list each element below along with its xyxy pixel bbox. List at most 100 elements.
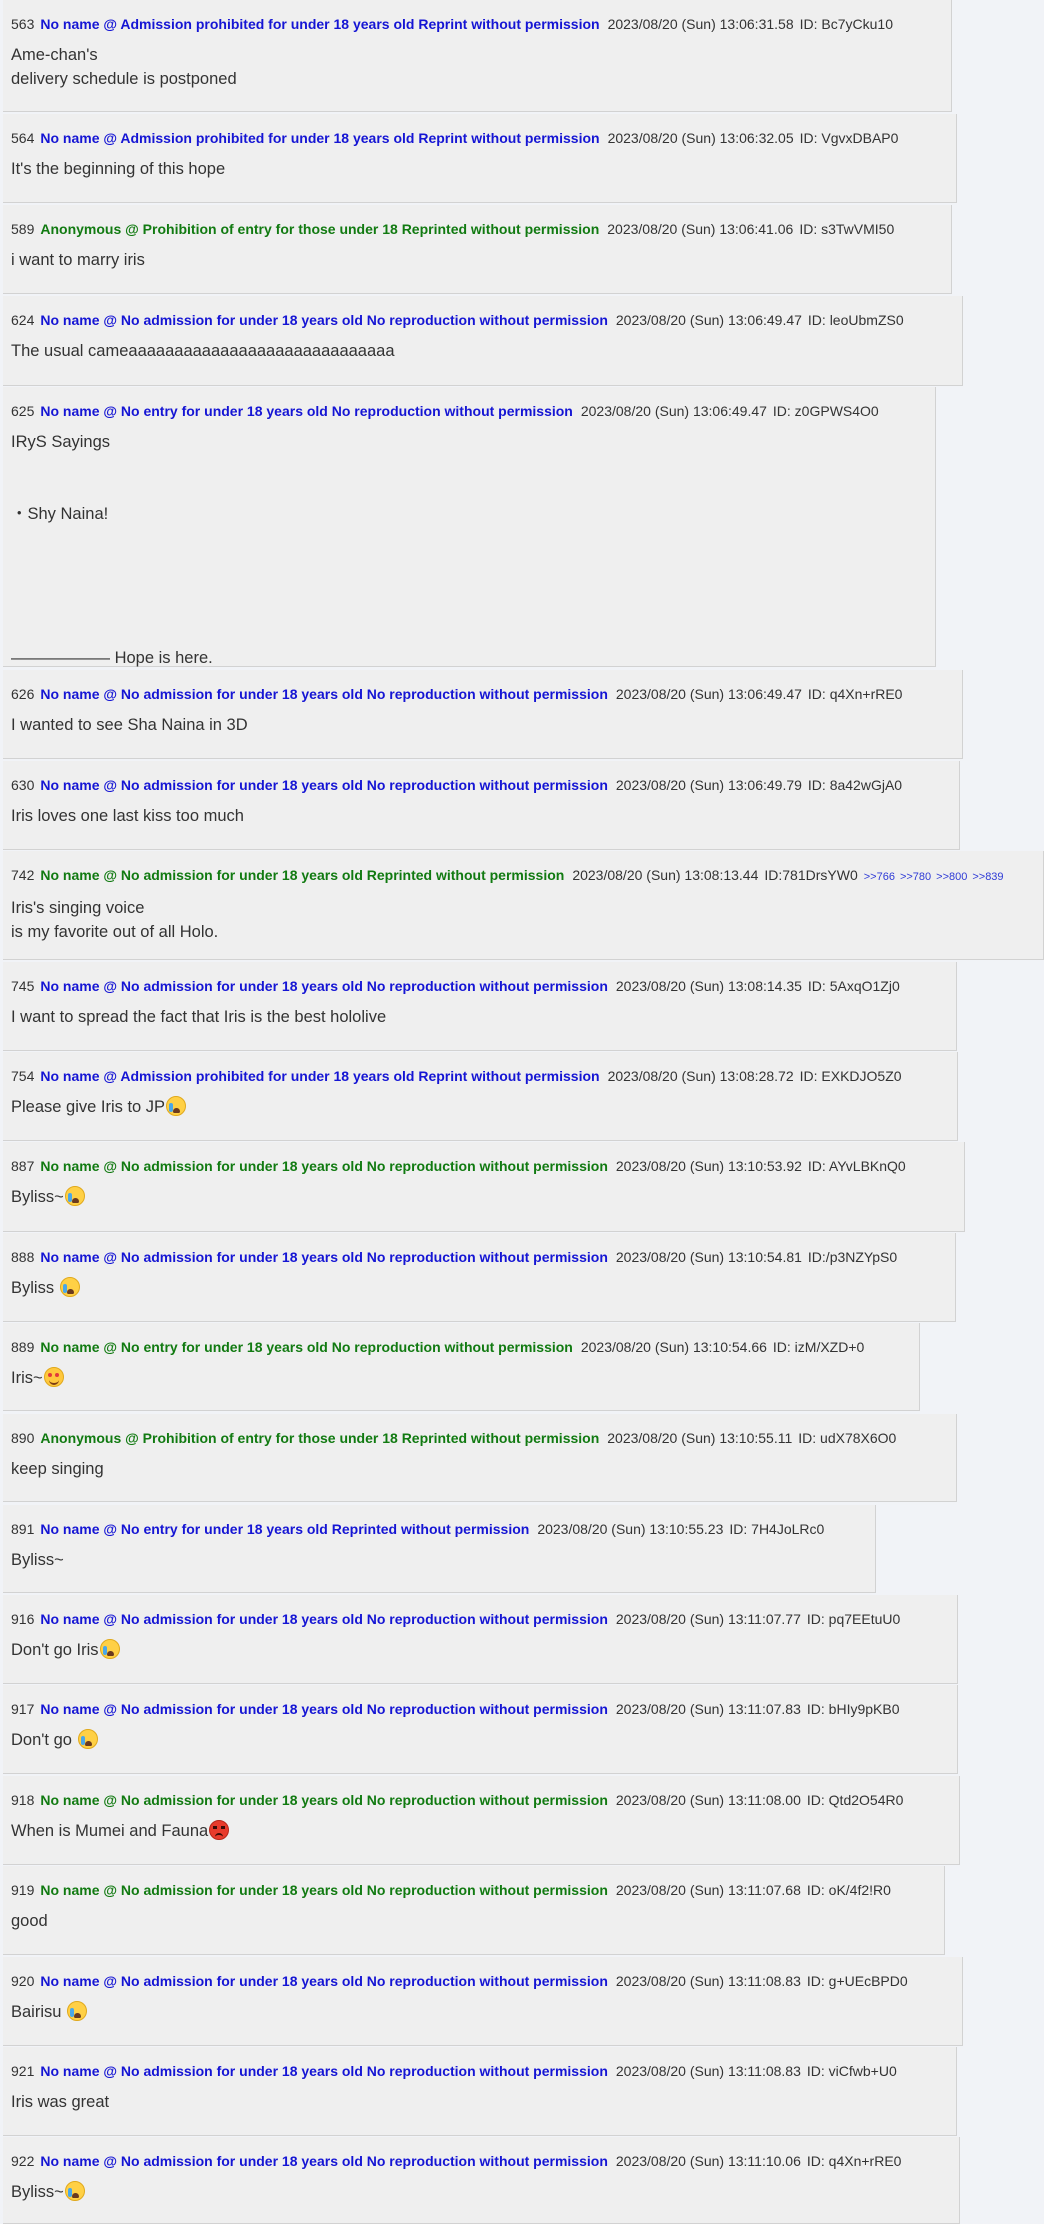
post-date: 2023/08/20 (Sun) 13:11:08.83 xyxy=(615,2063,801,2079)
post-header: 890 Anonymous @ Prohibition of entry for … xyxy=(11,1428,946,1448)
post-header: 630 No name @ No admission for under 18 y… xyxy=(11,775,949,795)
reply-link[interactable]: >>839 xyxy=(972,871,1003,883)
post-number[interactable]: 630 xyxy=(11,777,34,793)
post-header: 625 No name @ No entry for under 18 years… xyxy=(11,401,925,421)
post-id[interactable]: ID: q4Xn+rRE0 xyxy=(808,686,903,702)
post-author-name: No name @ No admission for under 18 year… xyxy=(40,777,608,793)
post-header: 745 No name @ No admission for under 18 y… xyxy=(11,976,946,996)
post-number[interactable]: 922 xyxy=(11,2153,34,2169)
post-author-name: No name @ No admission for under 18 year… xyxy=(40,867,565,883)
post-body: Don't go Iris xyxy=(11,1638,947,1662)
post-author-name: No name @ No admission for under 18 year… xyxy=(40,686,608,702)
post-id[interactable]: ID: AYvLBKnQ0 xyxy=(808,1158,906,1174)
post-header: 921 No name @ No admission for under 18 y… xyxy=(11,2061,946,2081)
reply-link[interactable]: >>780 xyxy=(900,871,931,883)
post-text: Byliss~ xyxy=(11,2183,64,2201)
post-text: Byliss~ xyxy=(11,1188,64,1206)
post-author-name: No name @ No admission for under 18 year… xyxy=(40,1973,608,1989)
post-number[interactable]: 921 xyxy=(11,2063,34,2079)
post-id[interactable]: ID: 5AxqO1Zj0 xyxy=(808,978,900,994)
post-header: 919 No name @ No admission for under 18 y… xyxy=(11,1880,934,1900)
post-number[interactable]: 626 xyxy=(11,686,34,702)
crying-face-icon xyxy=(64,2181,85,2201)
post-header: 920 No name @ No admission for under 18 y… xyxy=(11,1971,952,1991)
post-header: 887 No name @ No admission for under 18 y… xyxy=(11,1156,954,1176)
post-text: Byliss~ xyxy=(11,1551,64,1569)
post-body: When is Mumei and Fauna xyxy=(11,1819,949,1843)
post-number[interactable]: 742 xyxy=(11,867,34,883)
post-id[interactable]: ID: q4Xn+rRE0 xyxy=(807,2153,902,2169)
post-author-name: No name @ Admission prohibited for under… xyxy=(40,130,600,146)
post-id[interactable]: ID: s3TwVMI50 xyxy=(799,221,894,237)
post-header: 754 No name @ Admission prohibited for un… xyxy=(11,1066,947,1086)
reply-link[interactable]: >>800 xyxy=(936,871,967,883)
post-text: Byliss xyxy=(11,1279,59,1297)
post-text: good xyxy=(11,1912,48,1930)
post-id[interactable]: ID: udX78X6O0 xyxy=(798,1430,896,1446)
post-date: 2023/08/20 (Sun) 13:11:07.68 xyxy=(615,1882,801,1898)
post: 888 No name @ No admission for under 18 y… xyxy=(3,1233,956,1322)
post-header: 626 No name @ No admission for under 18 y… xyxy=(11,684,952,704)
post-body: I wanted to see Sha Naina in 3D xyxy=(11,713,952,737)
post-date: 2023/08/20 (Sun) 13:06:49.47 xyxy=(615,686,802,702)
post-number[interactable]: 918 xyxy=(11,1792,34,1808)
post-date: 2023/08/20 (Sun) 13:08:13.44 xyxy=(572,867,759,883)
post-id[interactable]: ID: pq7EEtuU0 xyxy=(807,1611,900,1627)
post-author-name: No name @ No admission for under 18 year… xyxy=(40,2063,608,2079)
post-number[interactable]: 625 xyxy=(11,403,34,419)
post-number[interactable]: 754 xyxy=(11,1068,34,1084)
post-number[interactable]: 888 xyxy=(11,1249,34,1265)
post: 626 No name @ No admission for under 18 y… xyxy=(3,670,963,759)
post-number[interactable]: 917 xyxy=(11,1701,34,1717)
post-number[interactable]: 887 xyxy=(11,1158,34,1174)
post-id[interactable]: ID: Bc7yCku10 xyxy=(800,16,893,32)
post-header: 589 Anonymous @ Prohibition of entry for … xyxy=(11,219,941,239)
crying-face-icon xyxy=(67,2001,88,2021)
post-author-name: No name @ No admission for under 18 year… xyxy=(40,312,608,328)
post-id[interactable]: ID:781DrsYW0 xyxy=(764,867,857,883)
post-author-name: No name @ No admission for under 18 year… xyxy=(40,1611,608,1627)
post-id[interactable]: ID: 7H4JoLRc0 xyxy=(729,1521,824,1537)
post-id[interactable]: ID: leoUbmZS0 xyxy=(808,312,904,328)
post-date: 2023/08/20 (Sun) 13:11:08.00 xyxy=(615,1792,801,1808)
post-author-name: No name @ No entry for under 18 years ol… xyxy=(40,1521,530,1537)
post-header: 916 No name @ No admission for under 18 y… xyxy=(11,1609,947,1629)
post-number[interactable]: 889 xyxy=(11,1339,34,1355)
reply-link[interactable]: >>766 xyxy=(864,871,895,883)
crying-face-icon xyxy=(166,1096,187,1116)
post-text: Iris was great xyxy=(11,2093,110,2111)
post-text: It's the beginning of this hope xyxy=(11,160,226,178)
post-number[interactable]: 624 xyxy=(11,312,34,328)
post-date: 2023/08/20 (Sun) 13:10:55.23 xyxy=(537,1521,724,1537)
post-date: 2023/08/20 (Sun) 13:06:49.79 xyxy=(615,777,802,793)
post-number[interactable]: 745 xyxy=(11,978,34,994)
post-number[interactable]: 920 xyxy=(11,1973,34,1989)
post-author-name: No name @ No admission for under 18 year… xyxy=(40,1792,608,1808)
post-number[interactable]: 564 xyxy=(11,130,34,146)
post-number[interactable]: 563 xyxy=(11,16,34,32)
post-number[interactable]: 890 xyxy=(11,1430,34,1446)
post-number[interactable]: 916 xyxy=(11,1611,34,1627)
post-id[interactable]: ID: izM/XZD+0 xyxy=(773,1339,864,1355)
post-number[interactable]: 589 xyxy=(11,221,34,237)
post-id[interactable]: ID: viCfwb+U0 xyxy=(807,2063,897,2079)
post-id[interactable]: ID: 8a42wGjA0 xyxy=(808,777,902,793)
post-date: 2023/08/20 (Sun) 13:11:08.83 xyxy=(615,1973,801,1989)
post-id[interactable]: ID: EXKDJO5Z0 xyxy=(800,1068,902,1084)
post-number[interactable]: 919 xyxy=(11,1882,34,1898)
post: 563 No name @ Admission prohibited for un… xyxy=(3,0,952,112)
post-id[interactable]: ID: oK/4f2!R0 xyxy=(807,1882,891,1898)
post-id[interactable]: ID:/p3NZYpS0 xyxy=(808,1249,897,1265)
post: 745 No name @ No admission for under 18 y… xyxy=(3,962,957,1051)
post-id[interactable]: ID: Qtd2O54R0 xyxy=(807,1792,904,1808)
post-body: Ame-chan's delivery schedule is postpone… xyxy=(11,43,941,91)
post-id[interactable]: ID: z0GPWS4O0 xyxy=(773,403,879,419)
angry-face-icon xyxy=(209,1820,230,1840)
post-number[interactable]: 891 xyxy=(11,1521,34,1537)
post-body: IRyS Sayings ・Shy Naina! ―――――― Hope is … xyxy=(11,430,925,670)
post-id[interactable]: ID: bHIy9pKB0 xyxy=(807,1701,900,1717)
post-text: I wanted to see Sha Naina in 3D xyxy=(11,716,248,734)
post-date: 2023/08/20 (Sun) 13:10:55.11 xyxy=(607,1430,793,1446)
post-id[interactable]: ID: g+UEcBPD0 xyxy=(807,1973,908,1989)
post-id[interactable]: ID: VgvxDBAP0 xyxy=(800,130,899,146)
